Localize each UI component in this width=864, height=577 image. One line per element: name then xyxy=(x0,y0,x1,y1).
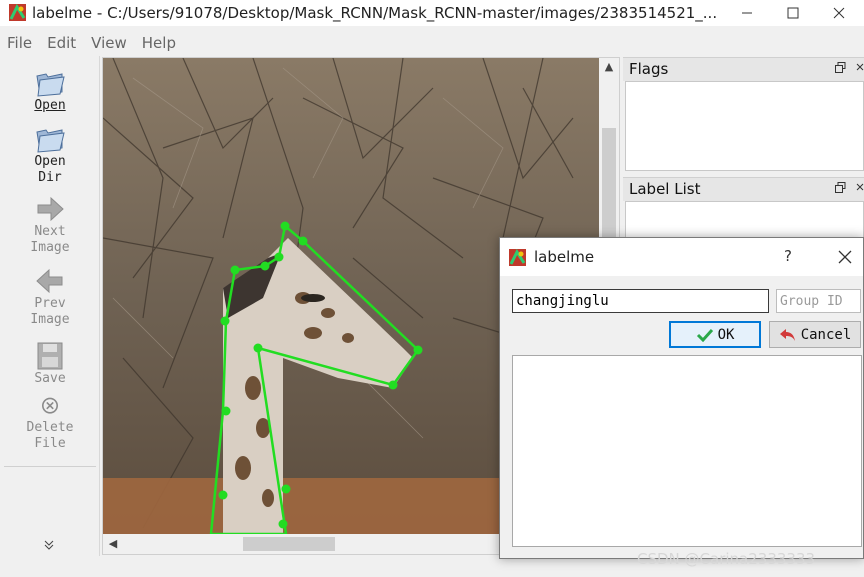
prev-label-line1: Prev xyxy=(34,296,66,311)
next-label-line2: Image xyxy=(30,240,70,255)
labelme-window: labelme - C:/Users/91078/Desktop/Mask_RC… xyxy=(0,0,864,577)
maximize-icon xyxy=(787,7,799,19)
menu-view[interactable]: View xyxy=(84,30,135,56)
label-list-dock-titlebar: Label List xyxy=(623,177,864,201)
prev-label-line2: Image xyxy=(30,312,70,327)
left-toolbar: Open Open Dir Next Image Prev Image Save… xyxy=(0,56,100,556)
horizontal-scroll-thumb[interactable] xyxy=(243,537,335,551)
label-dialog: labelme ? OK Cancel xyxy=(499,237,864,559)
scroll-up-icon[interactable]: ▲ xyxy=(601,60,617,73)
float-dock-icon[interactable] xyxy=(835,182,846,196)
checkmark-icon xyxy=(696,328,713,342)
group-id-input[interactable] xyxy=(776,289,861,313)
next-image-button[interactable]: Next Image xyxy=(0,194,100,256)
cancel-button[interactable]: Cancel xyxy=(769,321,861,348)
dialog-label-list[interactable] xyxy=(512,355,862,547)
labelme-app-icon xyxy=(509,249,526,266)
dialog-title: labelme xyxy=(534,248,595,266)
prev-image-button[interactable]: Prev Image xyxy=(0,266,100,328)
scroll-left-icon[interactable]: ◀ xyxy=(105,537,121,550)
float-dock-icon[interactable] xyxy=(835,62,846,76)
ok-button[interactable]: OK xyxy=(669,321,761,348)
open-dir-label-line1: Open xyxy=(34,154,66,169)
delete-circle-icon xyxy=(42,397,58,414)
flags-dock: Flags xyxy=(623,57,864,175)
menu-help[interactable]: Help xyxy=(135,30,184,56)
floppy-disk-icon xyxy=(37,342,63,370)
folder-open-icon xyxy=(36,129,65,153)
flags-title: Flags xyxy=(629,60,669,78)
toolbar-separator xyxy=(4,466,96,467)
arrow-right-icon xyxy=(37,196,64,222)
label-list[interactable] xyxy=(625,201,864,241)
save-label: Save xyxy=(34,371,66,386)
arrow-left-icon xyxy=(36,268,63,294)
menu-edit[interactable]: Edit xyxy=(40,30,84,56)
close-dock-icon[interactable] xyxy=(856,62,864,76)
dialog-help-button[interactable]: ? xyxy=(780,247,796,265)
open-dir-label-line2: Dir xyxy=(38,170,62,185)
close-window-button[interactable] xyxy=(816,0,862,26)
maximize-button[interactable] xyxy=(770,0,816,26)
flags-list[interactable] xyxy=(625,81,864,171)
dialog-titlebar: labelme ? xyxy=(500,238,863,276)
delete-label-line2: File xyxy=(34,436,66,451)
labelme-app-icon xyxy=(9,4,26,21)
flags-dock-titlebar: Flags xyxy=(623,57,864,81)
dialog-close-button[interactable] xyxy=(834,247,856,267)
minimize-button[interactable] xyxy=(724,0,770,26)
open-dir-button[interactable]: Open Dir xyxy=(0,124,100,186)
ok-label: OK xyxy=(717,326,735,343)
folder-open-icon xyxy=(36,73,65,97)
label-input[interactable] xyxy=(512,289,769,313)
cancel-label: Cancel xyxy=(800,326,852,343)
menu-file[interactable]: File xyxy=(0,30,40,56)
undo-arrow-icon xyxy=(779,328,795,341)
close-icon xyxy=(833,7,845,19)
menu-bar: File Edit View Help xyxy=(0,30,184,56)
open-button[interactable]: Open xyxy=(0,68,100,114)
close-dock-icon[interactable] xyxy=(856,182,864,196)
open-label: Open xyxy=(34,98,66,113)
label-list-title: Label List xyxy=(629,180,701,198)
next-label-line1: Next xyxy=(34,224,66,239)
window-title: labelme - C:/Users/91078/Desktop/Mask_RC… xyxy=(32,4,718,22)
delete-label-line1: Delete xyxy=(26,420,74,435)
delete-file-button[interactable]: Delete File xyxy=(0,396,100,452)
toolbar-extension-icon[interactable] xyxy=(44,540,54,553)
watermark: CSDN @Carina2333333 xyxy=(637,550,816,568)
close-icon xyxy=(838,250,852,264)
minimize-icon xyxy=(742,12,752,14)
title-bar: labelme - C:/Users/91078/Desktop/Mask_RC… xyxy=(0,0,864,26)
save-button[interactable]: Save xyxy=(0,341,100,387)
